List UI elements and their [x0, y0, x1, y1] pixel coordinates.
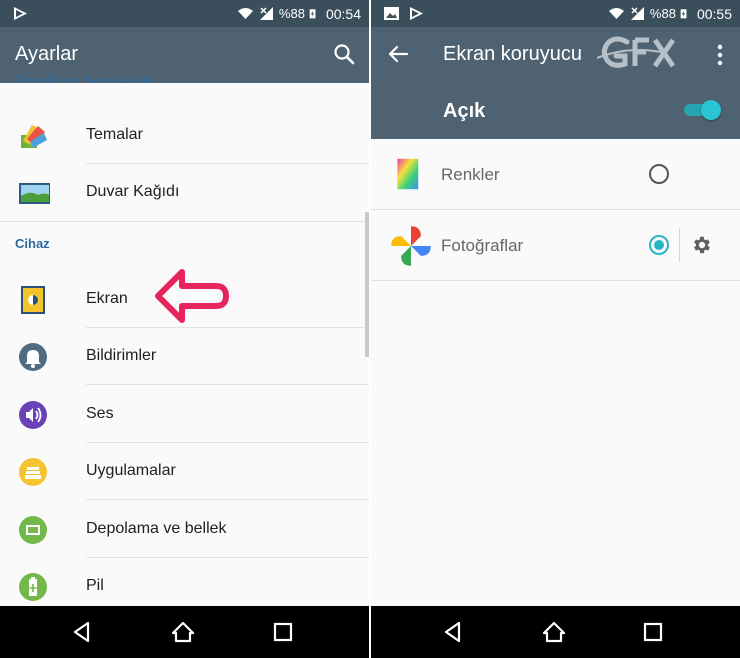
- battery-percent: %88: [278, 6, 305, 21]
- clock: 00:54: [325, 5, 361, 22]
- bell-icon: [19, 343, 47, 371]
- colors-icon: [397, 158, 419, 190]
- play-store-notification-icon: [410, 7, 423, 20]
- screensaver-option-photos[interactable]: Fotoğraflar: [371, 210, 740, 281]
- settings-item-apps[interactable]: Uygulamalar: [0, 443, 369, 500]
- more-options-icon[interactable]: [716, 44, 724, 66]
- settings-item-label: Ekran: [86, 290, 128, 307]
- search-icon[interactable]: [333, 43, 355, 65]
- status-bar: %88 00:54: [0, 0, 369, 27]
- recents-nav-icon[interactable]: [271, 620, 295, 644]
- settings-item-sound[interactable]: Ses: [0, 386, 369, 443]
- navigation-bar: [371, 606, 740, 658]
- themes-icon: [21, 125, 47, 148]
- speaker-icon: [19, 401, 47, 429]
- wallpaper-icon: [19, 183, 50, 204]
- home-nav-icon[interactable]: [171, 620, 195, 644]
- settings-item-wallpaper[interactable]: Duvar Kağıdı: [0, 164, 369, 221]
- gear-icon[interactable]: [691, 234, 713, 256]
- clock: 00:55: [696, 5, 732, 22]
- home-nav-icon[interactable]: [542, 620, 566, 644]
- section-header-device: Cihaz: [15, 236, 50, 251]
- master-switch-label: Açık: [443, 100, 486, 122]
- colors-radio-button[interactable]: [649, 164, 669, 184]
- battery-percent: %88: [649, 6, 676, 21]
- wifi-icon: [237, 8, 253, 19]
- vertical-separator: [679, 228, 680, 262]
- section-divider: [0, 221, 369, 222]
- settings-item-label: Uygulamalar: [86, 462, 176, 479]
- settings-item-themes[interactable]: Temalar: [0, 107, 369, 164]
- settings-item-label: Bildirimler: [86, 347, 157, 364]
- annotation-arrow-icon: [155, 269, 229, 323]
- page-title: Ekran koruyucu: [443, 43, 582, 65]
- left-screen-settings: %88 00:54 Ayarlar Temalar ve duvar kağıd…: [0, 0, 369, 658]
- settings-item-label: Ses: [86, 405, 114, 422]
- display-icon: [21, 286, 45, 314]
- photos-radio-button[interactable]: [649, 235, 669, 255]
- gfx-watermark-logo: [597, 36, 676, 68]
- apps-icon: [19, 458, 47, 486]
- section-header-themes-cut: Temalar ve duvar kağıdı: [15, 73, 154, 83]
- wifi-icon: [608, 8, 624, 19]
- battery-icon: [19, 573, 47, 601]
- battery-charging-icon: [309, 9, 316, 19]
- battery-charging-icon: [680, 9, 687, 19]
- storage-icon: [19, 516, 47, 544]
- toggle-thumb: [701, 100, 721, 120]
- signal-icon: [630, 7, 644, 20]
- recents-nav-icon[interactable]: [641, 620, 665, 644]
- back-arrow-icon[interactable]: [387, 43, 409, 65]
- screensaver-toggle[interactable]: [684, 100, 721, 120]
- settings-item-label: Duvar Kağıdı: [86, 183, 180, 200]
- play-store-notification-icon: [14, 7, 27, 20]
- back-nav-icon[interactable]: [70, 620, 94, 644]
- row-divider: [86, 384, 369, 385]
- navigation-bar: [0, 606, 369, 658]
- screensaver-option-label: Renkler: [441, 165, 500, 184]
- settings-item-notifications[interactable]: Bildirimler: [0, 328, 369, 385]
- row-divider: [371, 280, 740, 281]
- right-screen-screensaver: %88 00:55 Ekran koruyucu Açık Renkler Fo…: [371, 0, 740, 658]
- settings-item-storage[interactable]: Depolama ve bellek: [0, 501, 369, 558]
- image-notification-icon: [384, 7, 399, 20]
- screensaver-option-label: Fotoğraflar: [441, 236, 524, 255]
- back-nav-icon[interactable]: [441, 620, 465, 644]
- settings-item-label: Depolama ve bellek: [86, 520, 227, 537]
- settings-item-label: Temalar: [86, 126, 143, 143]
- photos-icon: [391, 226, 431, 266]
- status-bar: %88 00:55: [371, 0, 740, 27]
- signal-icon: [259, 7, 273, 20]
- master-switch-bar[interactable]: Açık: [371, 83, 740, 139]
- screensaver-option-colors[interactable]: Renkler: [371, 139, 740, 210]
- settings-item-label: Pil: [86, 577, 104, 594]
- page-title: Ayarlar: [15, 43, 78, 65]
- row-divider: [86, 499, 369, 500]
